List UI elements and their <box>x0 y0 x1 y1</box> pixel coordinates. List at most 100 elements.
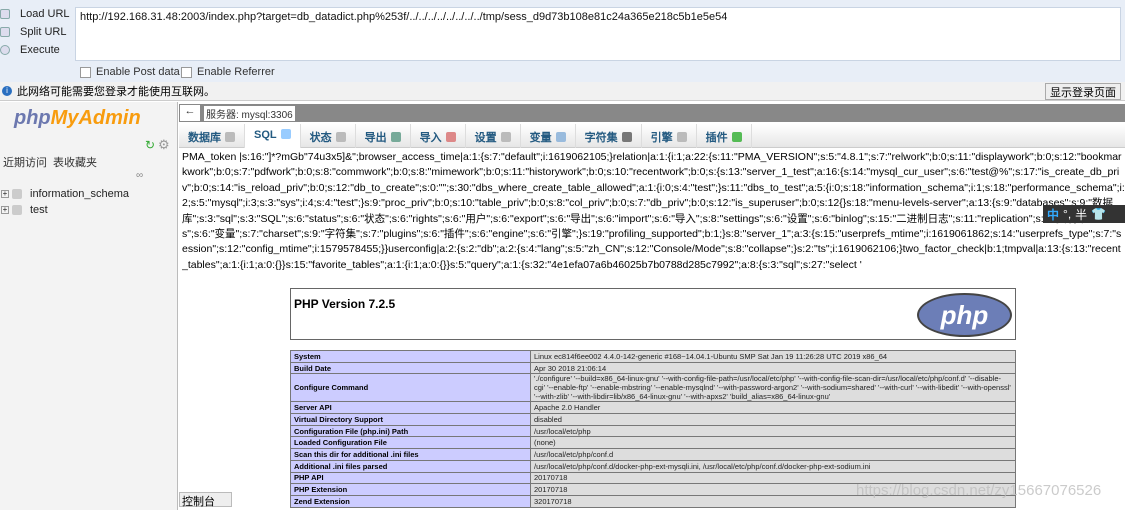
tab-label: 字符集 <box>584 132 618 144</box>
back-arrow-icon[interactable]: ← <box>180 105 200 121</box>
ime-punct[interactable]: °, <box>1063 207 1071 221</box>
tab-variables[interactable]: 变量 <box>521 124 576 148</box>
phpinfo-row: System Linux ec814f6ee002 4.4.0-142-gener… <box>290 350 1016 363</box>
ime-toolbar[interactable]: 中 °, 半 👕 <box>1043 205 1125 223</box>
php-logo: php <box>917 293 1012 337</box>
phpinfo-panel: PHP Version 7.2.5 php System Linux ec814f… <box>179 280 1125 508</box>
phpinfo-key: Additional .ini files parsed <box>290 459 531 473</box>
phpinfo-key: PHP API <box>290 471 531 485</box>
ime-lang[interactable]: 中 <box>1047 206 1059 223</box>
phpinfo-value: Apr 30 2018 21:06:14 <box>530 361 1016 375</box>
show-login-page-button[interactable]: 显示登录页面 <box>1045 83 1121 100</box>
db-name[interactable]: test <box>30 204 48 216</box>
phpinfo-header: PHP Version 7.2.5 php <box>290 288 1016 340</box>
phpinfo-key: Build Date <box>290 361 531 375</box>
database-icon <box>12 205 22 215</box>
phpinfo-value: './configure' '--build=x86_64-linux-gnu'… <box>530 373 1016 403</box>
phpinfo-row: Build Date Apr 30 2018 21:06:14 <box>290 361 1016 375</box>
checkbox-box[interactable] <box>80 66 91 78</box>
tab-label: SQL <box>254 129 277 141</box>
phpinfo-key: Configuration File (php.ini) Path <box>290 424 531 438</box>
phpinfo-row: Additional .ini files parsed/usr/local/e… <box>290 459 1016 473</box>
shirt-icon[interactable]: 👕 <box>1091 207 1106 221</box>
reload-icon[interactable]: ↻ <box>145 138 155 152</box>
list-icon <box>621 132 632 142</box>
tab-settings[interactable]: 设置 <box>466 124 521 148</box>
console-button[interactable]: 控制台 <box>179 492 232 508</box>
phpinfo-key: Configure Command <box>290 373 531 403</box>
phpinfo-row: Configuration File (php.ini) Path/usr/lo… <box>290 424 1016 438</box>
info-bar: i 此网络可能需要您登录才能使用互联网。 显示登录页面 <box>0 82 1125 101</box>
variables-icon <box>555 132 566 142</box>
execute-button[interactable]: Execute <box>0 41 70 59</box>
php-version-title: PHP Version 7.2.5 <box>294 297 396 311</box>
url-input[interactable]: http://192.168.31.48:2003/index.php?targ… <box>75 7 1121 61</box>
load-url-label: Load URL <box>20 8 70 20</box>
phpinfo-value: Linux ec814f6ee002 4.4.0-142-generic #16… <box>530 350 1016 363</box>
sql-icon <box>280 129 291 139</box>
phpinfo-key: Scan this dir for additional .ini files <box>290 448 531 461</box>
tab-sql[interactable]: SQL <box>245 124 301 148</box>
link-icon[interactable]: ∞ <box>136 170 143 181</box>
tab-export[interactable]: 导出 <box>356 124 411 148</box>
checkbox-box[interactable] <box>181 66 192 78</box>
tab-databases[interactable]: 数据库 <box>179 124 245 148</box>
phpinfo-row: Virtual Directory Support disabled <box>290 413 1016 426</box>
sidebar: phpMyAdmin ↻ ⚙ 近期访问 表收藏夹 ∞ + information_… <box>0 102 178 510</box>
load-url-button[interactable]: Load URL <box>0 5 70 23</box>
tab-label: 导出 <box>364 132 387 144</box>
puzzle-icon <box>731 132 742 142</box>
database-icon <box>225 132 235 142</box>
info-message: 此网络可能需要您登录才能使用互联网。 <box>17 86 215 98</box>
tab-status[interactable]: 状态 <box>301 124 356 148</box>
phpinfo-row: Scan this dir for additional .ini files /… <box>290 448 1016 461</box>
tab-recent[interactable]: 近期访问 <box>3 154 47 170</box>
tab-import[interactable]: 导入 <box>411 124 466 148</box>
db-item-test[interactable]: + test <box>0 204 48 216</box>
phpinfo-value: /usr/local/etc/php/conf.d/docker-php-ext… <box>530 459 1016 473</box>
phpinfo-value: /usr/local/etc/php <box>530 424 1016 438</box>
main-tabs: 数据库 SQL 状态 导出 导入 设置 变量 字符集 引擎 插件 <box>179 124 1125 148</box>
session-dump-text: PMA_token |s:16:"]*?mGb"74u3x5]&";browse… <box>182 151 1125 271</box>
tab-label: 插件 <box>705 132 728 144</box>
tab-plugins[interactable]: 插件 <box>697 124 752 148</box>
tab-label: 变量 <box>529 132 552 144</box>
server-breadcrumb[interactable]: 服务器: mysql:3306 <box>204 105 295 121</box>
import-icon <box>445 132 456 142</box>
phpinfo-row: Server API Apache 2.0 Handler <box>290 401 1016 415</box>
db-name[interactable]: information_schema <box>30 188 129 200</box>
expand-icon[interactable]: + <box>1 206 9 214</box>
phpmyadmin-logo[interactable]: phpMyAdmin <box>14 107 141 130</box>
tab-charset[interactable]: 字符集 <box>576 124 642 148</box>
enable-post-checkbox[interactable]: Enable Post data <box>80 66 180 78</box>
tab-label: 引擎 <box>650 132 673 144</box>
hackbar: Load URL Split URL Execute http://192.16… <box>0 0 1125 82</box>
split-url-button[interactable]: Split URL <box>0 23 70 41</box>
phpinfo-value: (none) <box>530 436 1016 450</box>
export-icon <box>390 132 401 142</box>
logo-myadmin: MyAdmin <box>50 107 141 129</box>
logo-php: php <box>14 107 51 129</box>
ime-width[interactable]: 半 <box>1075 206 1087 223</box>
phpinfo-key: Server API <box>290 401 531 415</box>
info-icon: i <box>2 86 12 96</box>
phpinfo-value: disabled <box>530 413 1016 426</box>
phpinfo-row: Loaded Configuration File (none) <box>290 436 1016 450</box>
tab-label: 数据库 <box>188 132 221 144</box>
status-icon <box>335 132 346 142</box>
phpinfo-key: Zend Extension <box>290 494 531 508</box>
enable-referrer-checkbox[interactable]: Enable Referrer <box>181 66 275 78</box>
database-icon <box>12 189 22 199</box>
phpinfo-key: PHP Extension <box>290 483 531 496</box>
split-icon <box>0 27 10 37</box>
tab-engines[interactable]: 引擎 <box>642 124 697 148</box>
gear-icon[interactable]: ⚙ <box>158 137 170 153</box>
tab-label: 导入 <box>419 132 442 144</box>
phpinfo-key: System <box>290 350 531 363</box>
db-item-information-schema[interactable]: + information_schema <box>0 188 129 200</box>
expand-icon[interactable]: + <box>1 190 9 198</box>
tab-label: 状态 <box>309 132 332 144</box>
tab-label: 设置 <box>474 132 497 144</box>
tab-favorites[interactable]: 表收藏夹 <box>53 154 97 170</box>
enable-post-label: Enable Post data <box>96 66 180 78</box>
